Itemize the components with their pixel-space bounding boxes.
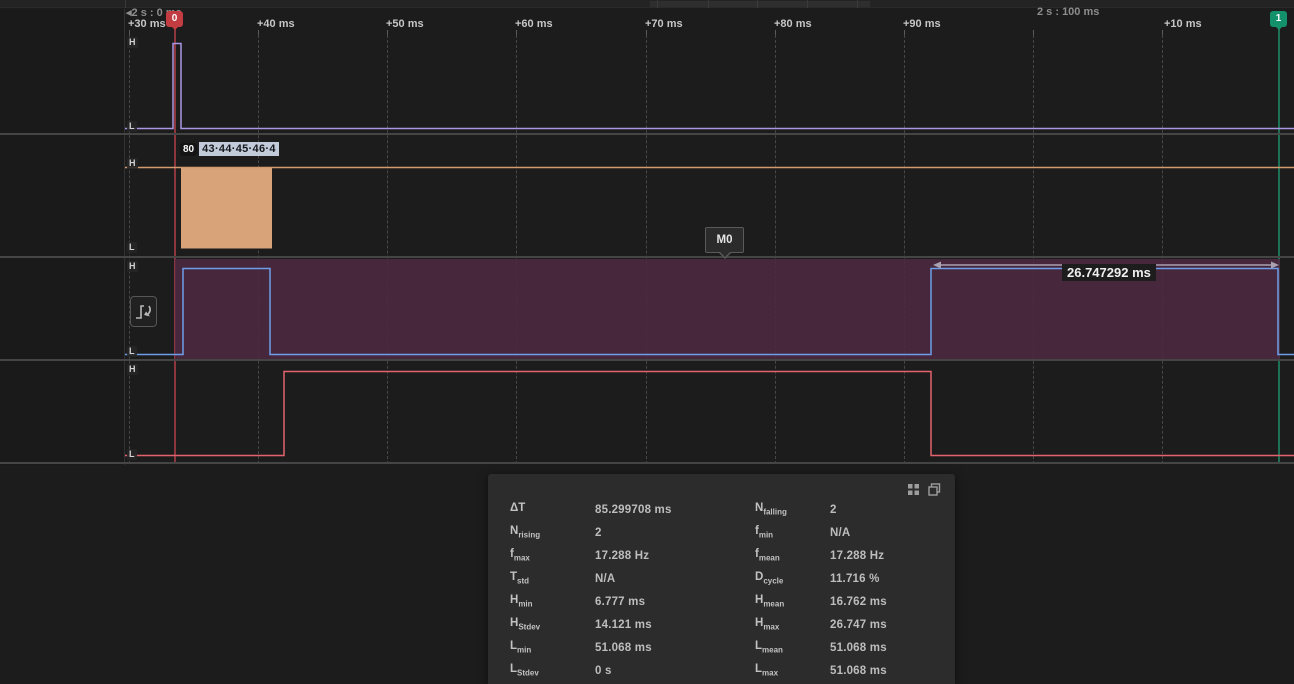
stat-label: Hmax	[755, 617, 830, 631]
timeline-tick	[1033, 30, 1034, 35]
serial-byte-badge: 80	[180, 143, 197, 156]
timeline-tick-label: +50 ms	[386, 18, 424, 30]
row-divider	[0, 256, 1294, 258]
timeline-tick-label: +60 ms	[515, 18, 553, 30]
scale-low-label: L	[127, 121, 137, 132]
measurement-marker-m0[interactable]: M0	[705, 227, 744, 253]
stats-row: Lmin 51.068 ms Lmean 51.068 ms	[510, 636, 947, 659]
scale-high-label: H	[127, 364, 138, 375]
timeline-tick	[904, 30, 905, 35]
add-to-data-table-icon[interactable]	[907, 483, 920, 496]
scale-low-label: L	[127, 449, 137, 460]
channel-label-column	[0, 9, 125, 465]
stat-label: HStdev	[510, 617, 595, 631]
stat-label: Lmax	[755, 663, 830, 677]
stat-value: 11.716 %	[830, 573, 947, 585]
stat-value: 6.777 ms	[595, 596, 755, 608]
stats-row: Nrising 2 fmin N/A	[510, 521, 947, 544]
stat-label: Nfalling	[755, 502, 830, 516]
timeline-major-label-right[interactable]: 2 s : 100 ms	[1037, 6, 1099, 18]
rising-edge-trigger-icon	[133, 300, 154, 323]
stat-value: 26.747 ms	[830, 619, 947, 631]
stat-value: 16.762 ms	[830, 596, 947, 608]
timeline-tick-label: +90 ms	[903, 18, 941, 30]
stats-row: ΔT 85.299708 ms Nfalling 2	[510, 498, 947, 521]
overview-notch	[857, 0, 858, 8]
stat-label: fmin	[755, 525, 830, 539]
stat-label: Tstd	[510, 571, 595, 585]
stat-value: N/A	[595, 573, 755, 585]
stat-value: 17.288 Hz	[595, 550, 755, 562]
logic-analyzer-app: ◂2 s : 0 ms 2 s : 100 ms +30 ms +40 ms +…	[0, 0, 1294, 684]
stat-value: 2	[595, 527, 755, 539]
overview-notch	[657, 0, 658, 8]
timeline-tick	[1162, 30, 1163, 35]
stat-label: Hmin	[510, 594, 595, 608]
stat-value: 17.288 Hz	[830, 550, 947, 562]
serial-byte-values: 43·44·45·46·4	[199, 142, 279, 156]
scale-low-label: L	[127, 242, 137, 253]
stats-row: Hmin 6.777 ms Hmean 16.762 ms	[510, 590, 947, 613]
stats-row: fmax 17.288 Hz fmean 17.288 Hz	[510, 544, 947, 567]
stat-label: LStdev	[510, 663, 595, 677]
stats-row: LStdev 0 s Lmax 51.068 ms	[510, 659, 947, 682]
overview-viewport[interactable]	[650, 1, 870, 7]
scale-high-label: H	[127, 37, 138, 48]
stat-value: 14.121 ms	[595, 619, 755, 631]
timeline-tick-label: +10 ms	[1164, 18, 1202, 30]
stat-label: Lmean	[755, 640, 830, 654]
scale-high-label: H	[127, 158, 138, 169]
row-divider	[0, 359, 1294, 361]
scale-low-label: L	[127, 346, 137, 357]
stat-value: 85.299708 ms	[595, 504, 755, 516]
stat-label: Nrising	[510, 525, 595, 539]
row-divider	[0, 133, 1294, 135]
stat-value: 51.068 ms	[830, 665, 947, 677]
stats-table: ΔT 85.299708 ms Nfalling 2 Nrising 2 fmi…	[510, 498, 947, 682]
copy-icon[interactable]	[928, 483, 941, 496]
timeline-tick	[258, 30, 259, 35]
stat-label: ΔT	[510, 502, 595, 516]
timeline-tick-label: +80 ms	[774, 18, 812, 30]
overview-bar[interactable]	[0, 0, 1294, 8]
timing-marker-0-pin[interactable]: 0	[166, 11, 183, 27]
stat-value: 51.068 ms	[595, 642, 755, 654]
timeline-tick-label: +70 ms	[645, 18, 683, 30]
timeline-tick-label: +30 ms	[128, 18, 166, 30]
scale-high-label: H	[127, 261, 138, 272]
timing-marker-1-pin[interactable]: 1	[1270, 11, 1287, 27]
overview-notch	[757, 0, 758, 8]
timeline-tick	[516, 30, 517, 35]
timeline-tick	[646, 30, 647, 35]
stat-value: 51.068 ms	[830, 642, 947, 654]
timeline-tick	[775, 30, 776, 35]
stats-row: HStdev 14.121 ms Hmax 26.747 ms	[510, 613, 947, 636]
stat-label: Hmean	[755, 594, 830, 608]
serial-decode-annotation[interactable]: 80 43·44·45·46·4	[180, 141, 279, 157]
measurement-value-label[interactable]: 26.747292 ms	[1062, 264, 1156, 281]
a6-waveform[interactable]	[125, 35, 1294, 134]
stat-value: N/A	[830, 527, 947, 539]
stat-label: Dcycle	[755, 571, 830, 585]
serial-data-block[interactable]	[181, 168, 272, 249]
a7-waveform[interactable]	[125, 363, 1294, 464]
timeline-tick	[387, 30, 388, 35]
stat-value: 2	[830, 504, 947, 516]
overview-notch	[708, 0, 709, 8]
stat-label: Lmin	[510, 640, 595, 654]
timeline-tick-label: +40 ms	[257, 18, 295, 30]
timeline-tick	[129, 30, 130, 35]
stat-value: 0 s	[595, 665, 755, 677]
stats-row: Tstd N/A Dcycle 11.716 %	[510, 567, 947, 590]
overview-notch	[807, 0, 808, 8]
trigger-indicator-button[interactable]	[130, 296, 157, 327]
stat-label: fmean	[755, 548, 830, 562]
measurement-stats-panel: ΔT 85.299708 ms Nfalling 2 Nrising 2 fmi…	[488, 474, 955, 684]
row-divider	[0, 462, 1294, 464]
stat-label: fmax	[510, 548, 595, 562]
